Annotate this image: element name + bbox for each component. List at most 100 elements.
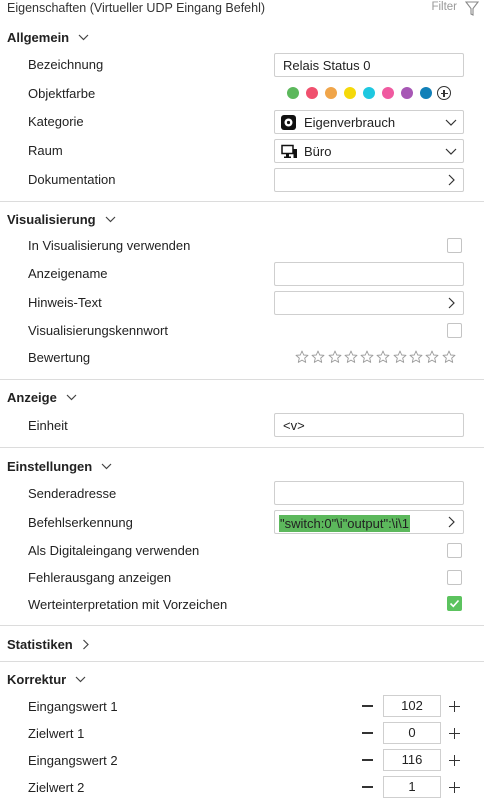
color-swatch-yellow[interactable] bbox=[344, 87, 356, 99]
chevron-down-icon[interactable] bbox=[66, 394, 77, 401]
hinweis-input[interactable] bbox=[274, 291, 464, 315]
in-visualisierung-label: In Visualisierung verwenden bbox=[28, 238, 191, 253]
vorzeichen-label: Werteinterpretation mit Vorzeichen bbox=[28, 597, 228, 612]
anzeigename-input[interactable] bbox=[274, 262, 464, 286]
eingangswert-1-input[interactable]: 102 bbox=[383, 695, 441, 717]
chevron-down-icon bbox=[445, 119, 457, 126]
eingangswert-2-label: Eingangswert 2 bbox=[28, 753, 118, 768]
divider bbox=[0, 625, 484, 626]
raum-value: Büro bbox=[304, 144, 332, 159]
section-visualisierung[interactable]: Visualisierung bbox=[7, 212, 116, 227]
befehl-label: Befehlserkennung bbox=[28, 515, 133, 530]
minus-button[interactable] bbox=[362, 759, 373, 761]
filter-icon[interactable] bbox=[465, 1, 479, 16]
digital-checkbox[interactable] bbox=[447, 543, 462, 558]
kennwort-checkbox[interactable] bbox=[447, 323, 462, 338]
eingangswert-2-stepper: 116 bbox=[362, 749, 460, 771]
chevron-down-icon[interactable] bbox=[75, 676, 86, 683]
kategorie-label: Kategorie bbox=[28, 114, 84, 129]
zielwert-2-input[interactable]: 1 bbox=[383, 776, 441, 798]
chevron-down-icon[interactable] bbox=[78, 34, 89, 41]
section-statistiken[interactable]: Statistiken bbox=[7, 637, 90, 652]
bewertung-label: Bewertung bbox=[28, 350, 91, 365]
color-swatch-orange[interactable] bbox=[325, 87, 337, 99]
minus-button[interactable] bbox=[362, 786, 373, 788]
plus-button[interactable] bbox=[449, 700, 460, 712]
panel-header: Eigenschaften (Virtueller UDP Eingang Be… bbox=[0, 0, 484, 20]
einheit-value: <v> bbox=[283, 418, 305, 433]
minus-button[interactable] bbox=[362, 705, 373, 707]
befehl-value: "switch:0"\i"output":\i\1 bbox=[279, 515, 411, 532]
star-icon[interactable] bbox=[360, 350, 374, 364]
color-swatch-blue[interactable] bbox=[420, 87, 432, 99]
digital-label: Als Digitaleingang verwenden bbox=[28, 543, 200, 558]
sender-label: Senderadresse bbox=[28, 486, 117, 501]
plus-button[interactable] bbox=[449, 754, 460, 766]
section-title: Einstellungen bbox=[7, 459, 93, 474]
color-swatch-pink[interactable] bbox=[382, 87, 394, 99]
vorzeichen-checkbox[interactable] bbox=[447, 596, 462, 611]
star-icon[interactable] bbox=[344, 350, 358, 364]
section-anzeige[interactable]: Anzeige bbox=[7, 390, 77, 405]
color-swatch-green[interactable] bbox=[287, 87, 299, 99]
star-icon[interactable] bbox=[393, 350, 407, 364]
minus-button[interactable] bbox=[362, 732, 373, 734]
star-icon[interactable] bbox=[409, 350, 423, 364]
chevron-down-icon[interactable] bbox=[105, 216, 116, 223]
section-title: Anzeige bbox=[7, 390, 57, 405]
color-swatch-cyan[interactable] bbox=[363, 87, 375, 99]
eingangswert-1-label: Eingangswert 1 bbox=[28, 699, 118, 714]
raum-select[interactable]: Büro bbox=[274, 139, 464, 163]
kennwort-label: Visualisierungskennwort bbox=[28, 323, 168, 338]
dokumentation-input[interactable] bbox=[274, 168, 464, 192]
eingangswert-2-input[interactable]: 116 bbox=[383, 749, 441, 771]
check-icon bbox=[449, 599, 460, 608]
divider bbox=[0, 379, 484, 380]
einheit-label: Einheit bbox=[28, 418, 68, 433]
chevron-down-icon bbox=[445, 148, 457, 155]
star-icon[interactable] bbox=[425, 350, 439, 364]
fehler-label: Fehlerausgang anzeigen bbox=[28, 570, 172, 585]
section-korrektur[interactable]: Korrektur bbox=[7, 672, 86, 687]
befehl-input[interactable]: "switch:0"\i"output":\i\1 bbox=[274, 510, 464, 534]
color-picker bbox=[287, 86, 451, 100]
section-allgemein[interactable]: Allgemein bbox=[7, 30, 89, 45]
star-icon[interactable] bbox=[328, 350, 342, 364]
fehler-checkbox[interactable] bbox=[447, 570, 462, 585]
section-einstellungen[interactable]: Einstellungen bbox=[7, 459, 112, 474]
chevron-down-icon[interactable] bbox=[101, 463, 112, 470]
eigenverbrauch-icon bbox=[281, 115, 296, 130]
color-swatch-red[interactable] bbox=[306, 87, 318, 99]
einheit-input[interactable]: <v> bbox=[274, 413, 464, 437]
star-icon[interactable] bbox=[295, 350, 309, 364]
divider bbox=[0, 661, 484, 662]
bezeichnung-input[interactable]: Relais Status 0 bbox=[274, 53, 464, 77]
section-title: Statistiken bbox=[7, 637, 73, 652]
star-icon[interactable] bbox=[311, 350, 325, 364]
plus-button[interactable] bbox=[449, 727, 460, 739]
kategorie-select[interactable]: Eigenverbrauch bbox=[274, 110, 464, 134]
zielwert-2-label: Zielwert 2 bbox=[28, 780, 85, 795]
in-visualisierung-checkbox[interactable] bbox=[447, 238, 462, 253]
anzeigename-label: Anzeigename bbox=[28, 266, 108, 281]
chevron-right-icon bbox=[445, 516, 457, 528]
zielwert-1-stepper: 0 bbox=[362, 722, 460, 744]
color-swatch-purple[interactable] bbox=[401, 87, 413, 99]
chevron-right-icon bbox=[448, 174, 455, 186]
hinweis-label: Hinweis-Text bbox=[28, 295, 102, 310]
add-color-icon[interactable] bbox=[437, 86, 451, 100]
star-icon[interactable] bbox=[376, 350, 390, 364]
chevron-right-icon bbox=[448, 297, 455, 309]
filter-label[interactable]: Filter bbox=[431, 1, 457, 13]
zielwert-1-input[interactable]: 0 bbox=[383, 722, 441, 744]
sender-input[interactable] bbox=[274, 481, 464, 505]
bezeichnung-value: Relais Status 0 bbox=[283, 58, 371, 73]
star-icon[interactable] bbox=[442, 350, 456, 364]
room-office-icon bbox=[281, 144, 297, 158]
chevron-right-icon[interactable] bbox=[82, 639, 90, 650]
zielwert-1-label: Zielwert 1 bbox=[28, 726, 85, 741]
panel-title: Eigenschaften (Virtueller UDP Eingang Be… bbox=[7, 1, 266, 15]
plus-button[interactable] bbox=[449, 781, 460, 793]
eingangswert-1-stepper: 102 bbox=[362, 695, 460, 717]
kategorie-value: Eigenverbrauch bbox=[304, 115, 396, 130]
